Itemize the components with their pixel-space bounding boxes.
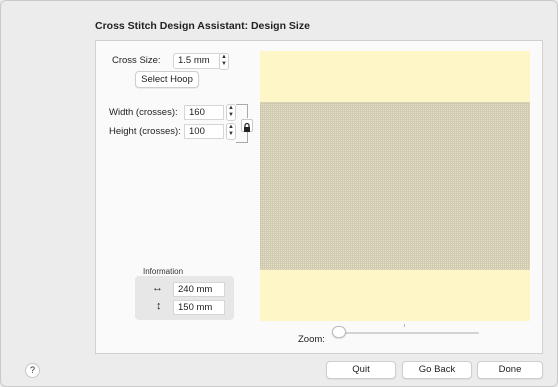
cross-size-label: Cross Size: bbox=[112, 55, 161, 66]
zoom-slider-thumb[interactable] bbox=[332, 326, 346, 338]
width-mm-value: 240 mm bbox=[173, 282, 225, 297]
stitch-grid bbox=[260, 102, 530, 270]
information-label: Information bbox=[143, 267, 184, 276]
height-label: Height (crosses): bbox=[109, 126, 181, 137]
width-arrow-icon: ↔ bbox=[152, 282, 163, 294]
help-icon[interactable]: ? bbox=[25, 363, 40, 378]
height-input[interactable]: 100 bbox=[184, 124, 224, 139]
cross-size-stepper-icon[interactable]: ▲ ▼ bbox=[219, 53, 229, 70]
design-preview bbox=[260, 51, 530, 321]
height-arrow-icon: ↕ bbox=[156, 300, 162, 312]
height-mm-value: 150 mm bbox=[173, 300, 225, 315]
dialog-title: Cross Stitch Design Assistant: Design Si… bbox=[95, 20, 310, 32]
lock-bracket-bottom bbox=[236, 132, 248, 143]
lock-icon[interactable] bbox=[241, 119, 253, 132]
quit-button[interactable]: Quit bbox=[326, 361, 396, 379]
cross-size-value: 1.5 mm bbox=[178, 55, 210, 66]
lock-bracket-top bbox=[236, 104, 248, 118]
zoom-slider-track[interactable] bbox=[332, 332, 479, 334]
done-button[interactable]: Done bbox=[477, 361, 543, 379]
zoom-label: Zoom: bbox=[298, 334, 325, 345]
zoom-slider-tick bbox=[404, 324, 405, 327]
dialog-window: Cross Stitch Design Assistant: Design Si… bbox=[0, 0, 558, 387]
go-back-button[interactable]: Go Back bbox=[402, 361, 472, 379]
width-input[interactable]: 160 bbox=[184, 105, 224, 120]
height-stepper-icon[interactable]: ▲ ▼ bbox=[226, 123, 236, 140]
width-label: Width (crosses): bbox=[109, 107, 178, 118]
select-hoop-button[interactable]: Select Hoop bbox=[135, 71, 199, 88]
width-stepper-icon[interactable]: ▲ ▼ bbox=[226, 104, 236, 121]
